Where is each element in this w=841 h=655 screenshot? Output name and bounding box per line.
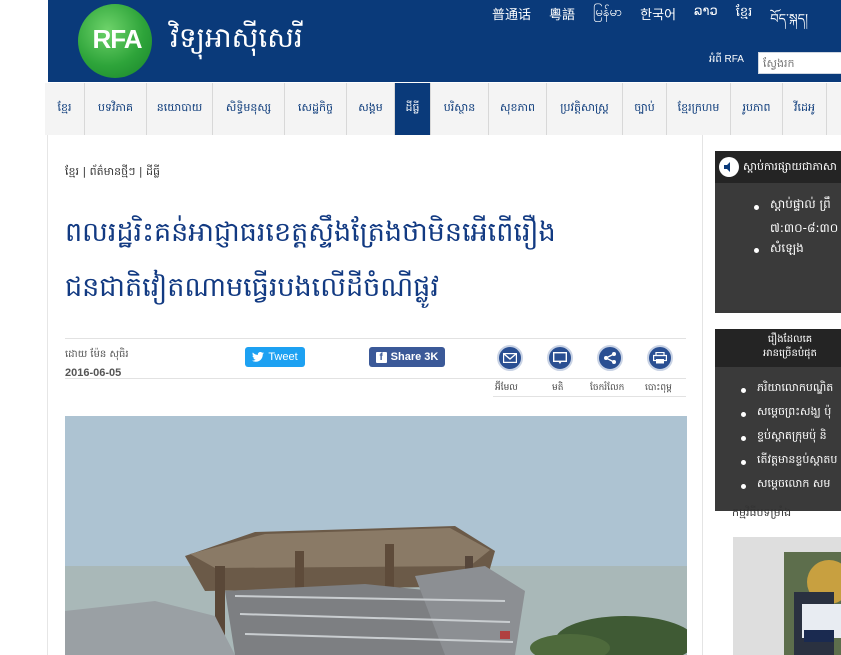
site-name[interactable]: វិទ្យុអាស៊ីសេរី [170,20,303,61]
rfa-logo-text: RFA [92,24,143,54]
facebook-icon: f [375,351,387,363]
search-input[interactable] [758,52,841,74]
most-read-item[interactable]: ខ្ទប់ស្ដាតក្រុមប៉ុ និ [757,429,827,445]
divider [65,378,686,379]
author-name: ដោយ ម៉ែន សុធិរ [65,349,129,360]
sidebar-photo[interactable] [784,552,841,655]
main-nav: ខ្មែរ បទវិភាគ នយោបាយ សិទ្ធិមនុស្ស សេដ្ឋកិច្ច… [45,83,841,135]
share-icon [603,351,617,365]
comment-icon [553,351,567,365]
nav-item[interactable]: សង្គម [347,83,395,135]
divider [65,338,686,339]
bullet [741,460,746,465]
article-headline: ពលរដ្ឋរិះគន់អាជ្ញាធរខេត្តស្ទឹងត្រែងថាមិន… [65,205,685,315]
nav-item[interactable]: វីដេអូ [783,83,827,135]
language-bar: 普通话 粵語 မြန်မာ 한국어 ລາວ ខ្មែរ བོད་སྐད། [492,4,817,41]
bullet [754,205,759,210]
headline-line-2: ជនជាតិវៀតណាមធ្វើរបងលើដីចំណីផ្លូវ [65,272,439,303]
nav-item[interactable]: ច្បាប់ [623,83,667,135]
nav-item[interactable]: បរិស្ថាន [431,83,489,135]
most-read-item[interactable]: ភរិយាលោកបណ្ឌិត [757,381,833,397]
nav-item[interactable]: សុខភាព [489,83,547,135]
tweet-button[interactable]: Tweet [245,347,305,367]
divider [493,396,686,397]
language-link[interactable]: 한국어 [631,4,685,41]
language-link[interactable]: བོད་སྐད། [761,4,817,41]
language-link[interactable]: ខ្មែរ [727,4,762,41]
most-read-item[interactable]: សម្ដេចលោក សម [757,477,830,493]
twitter-bird-icon [252,352,265,362]
bullet [754,248,759,253]
nav-item[interactable]: សេដ្ឋកិច្ច [285,83,347,135]
email-button[interactable] [497,345,523,371]
most-read-item[interactable]: តើវត្តមានខ្ទប់ស្ដាតប [757,453,837,469]
nav-item[interactable] [827,83,841,135]
share-button[interactable] [597,345,623,371]
about-rfa-link[interactable]: អំពី RFA [709,52,744,67]
breadcrumb[interactable]: ខ្មែរ | ព័ត៌មានថ្មីៗ | ដីធ្លី [65,165,160,181]
nav-item[interactable]: នយោបាយ [147,83,213,135]
print-button[interactable] [647,345,673,371]
article-photo [65,416,687,655]
print-icon [653,352,667,364]
language-link[interactable]: မြန်မာ [584,4,631,41]
facebook-share-button[interactable]: f Share 3K [369,347,445,367]
headline-line-1: ពលរដ្ឋរិះគន់អាជ្ញាធរខេត្តស្ទឹងត្រែងថាមិន… [65,217,556,248]
tool-label[interactable]: អ៊ីមែល [495,382,518,395]
collapsed-house-photo [65,416,687,655]
left-rail [0,135,48,655]
most-read-title: រឿងដែលគេ អានច្រើនបំផុត [735,333,841,361]
listen-title: ស្ដាប់ការផ្សាយជាភាសា [743,160,837,173]
nav-item[interactable]: ខ្មែរក្រហម [667,83,731,135]
header-left-gutter [0,0,48,82]
nav-item[interactable]: ដីធ្លី [395,83,431,135]
most-read-title-line-2: អានច្រើនបំផុត [763,348,817,359]
sidebar-divider [702,135,703,655]
speaker-icon[interactable] [719,157,739,177]
tool-label[interactable]: បោះពុម្ព [645,382,672,395]
bullet [741,388,746,393]
nav-item[interactable]: រូបភាព [731,83,783,135]
bullet [741,412,746,417]
listen-live-link[interactable]: ស្ដាប់ផ្ទាល់ ព្រឹ [770,196,831,214]
nav-item[interactable]: ខ្មែរ [45,83,85,135]
comment-button[interactable] [547,345,573,371]
tool-label[interactable]: មតិ [552,382,563,395]
most-read-item[interactable]: សម្ដេចព្រះសង្ឃ ប៉ុ [757,405,831,421]
share-label: Share 3K [390,351,439,363]
listen-time: ៧:៣០-៨:៣០ [770,221,839,235]
nav-item[interactable]: ប្រវត្តិសាស្ត្រ [547,83,623,135]
sidebar-section-label: កម្មវិធីបទម្រាំង [732,506,792,519]
bullet [741,436,746,441]
language-link[interactable]: 粵語 [540,4,584,41]
sidebar-photo-image [784,552,841,655]
language-link[interactable]: 普通话 [492,4,540,41]
tool-label[interactable]: ចែករំលែក [590,382,624,395]
language-link[interactable]: ລາວ [685,4,727,41]
nav-item[interactable]: សិទ្ធិមនុស្ស [213,83,285,135]
speaker-glyph [724,162,730,172]
most-read-title-line-1: រឿងដែលគេ [767,334,813,345]
listen-audio-link[interactable]: សំឡេង [770,240,804,258]
nav-item[interactable]: បទវិភាគ [85,83,147,135]
bullet [741,484,746,489]
tweet-label: Tweet [268,351,298,363]
email-icon [503,353,517,363]
